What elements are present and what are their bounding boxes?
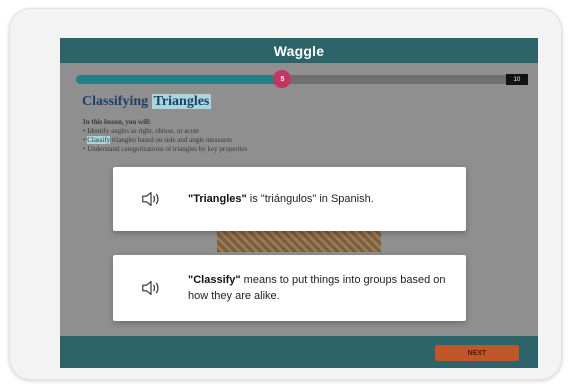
translation-popup: "Triangles" is "triángulos" in Spanish. bbox=[113, 167, 466, 231]
app-title: Waggle bbox=[273, 42, 325, 59]
speaker-icon[interactable] bbox=[140, 188, 162, 210]
term: "Classify" bbox=[188, 274, 241, 286]
bullet: • bbox=[83, 145, 86, 153]
lesson-title-word-1: Classifying bbox=[82, 94, 149, 109]
definition-text: "Classify" means to put things into grou… bbox=[188, 272, 446, 304]
term: "Triangles" bbox=[188, 193, 247, 205]
app-header: Waggle bbox=[60, 38, 538, 63]
lesson-title: Classifying Triangles bbox=[82, 94, 212, 110]
next-button[interactable]: NEXT bbox=[435, 345, 519, 361]
bullet: • bbox=[83, 127, 86, 135]
objectives-intro: In this lesson, you will: bbox=[83, 118, 152, 126]
translation-text: "Triangles" is "triángulos" in Spanish. bbox=[188, 191, 446, 207]
objective-item: • Identify angles as right, obtuse, or a… bbox=[83, 127, 247, 136]
progress-knob[interactable]: 5 bbox=[273, 70, 292, 88]
lesson-objectives: In this lesson, you will: • Identify ang… bbox=[83, 118, 247, 154]
lesson-progress-bar[interactable]: 5 10 bbox=[76, 70, 528, 88]
objective-text: triangles based on side and angle measur… bbox=[111, 136, 233, 144]
progress-total: 10 bbox=[506, 74, 528, 85]
lesson-image bbox=[217, 228, 381, 252]
bullet: • bbox=[83, 136, 86, 144]
app-footer: NEXT bbox=[60, 336, 538, 368]
objective-item: • Classify triangles based on side and a… bbox=[83, 136, 247, 145]
progress-fill bbox=[76, 75, 283, 84]
highlighted-term-classify[interactable]: Classify bbox=[87, 136, 111, 144]
speaker-icon[interactable] bbox=[140, 277, 162, 299]
definition-popup: "Classify" means to put things into grou… bbox=[113, 255, 466, 321]
objective-text: Identify angles as right, obtuse, or acu… bbox=[87, 127, 200, 135]
objective-text: Understand categorizations of triangles … bbox=[87, 145, 248, 153]
lesson-title-word-2-highlighted[interactable]: Triangles bbox=[151, 94, 212, 109]
definition: is "triángulos" in Spanish. bbox=[246, 193, 374, 205]
objective-item: • Understand categorizations of triangle… bbox=[83, 145, 247, 154]
